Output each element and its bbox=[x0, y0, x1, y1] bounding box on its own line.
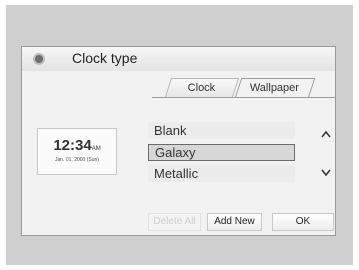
tab-divider bbox=[152, 97, 335, 98]
add-new-button[interactable]: Add New bbox=[207, 213, 262, 231]
tab-clock[interactable]: Clock bbox=[164, 78, 240, 97]
preview-date: Jan. 01, 2000 (Sun) bbox=[55, 157, 99, 163]
clock-type-screen: Clock type Clock Wallpaper 12:34AM Jan. … bbox=[21, 46, 336, 236]
list-item-metallic[interactable]: Metallic bbox=[148, 165, 295, 182]
settings-icon bbox=[35, 55, 43, 63]
delete-all-button[interactable]: Delete All bbox=[148, 213, 201, 231]
list-item-galaxy[interactable]: Galaxy bbox=[148, 144, 295, 161]
tab-wallpaper[interactable]: Wallpaper bbox=[234, 78, 316, 98]
title-bar: Clock type bbox=[22, 47, 335, 71]
scroll-up-icon[interactable] bbox=[321, 130, 331, 141]
scroll-down-icon[interactable] bbox=[321, 169, 331, 180]
page-title: Clock type bbox=[72, 50, 138, 66]
wallpaper-preview: 12:34AM Jan. 01, 2000 (Sun) bbox=[37, 128, 117, 175]
ok-button[interactable]: OK bbox=[272, 213, 334, 231]
preview-time: 12:34AM bbox=[53, 137, 101, 154]
list-item-blank[interactable]: Blank bbox=[148, 122, 295, 139]
